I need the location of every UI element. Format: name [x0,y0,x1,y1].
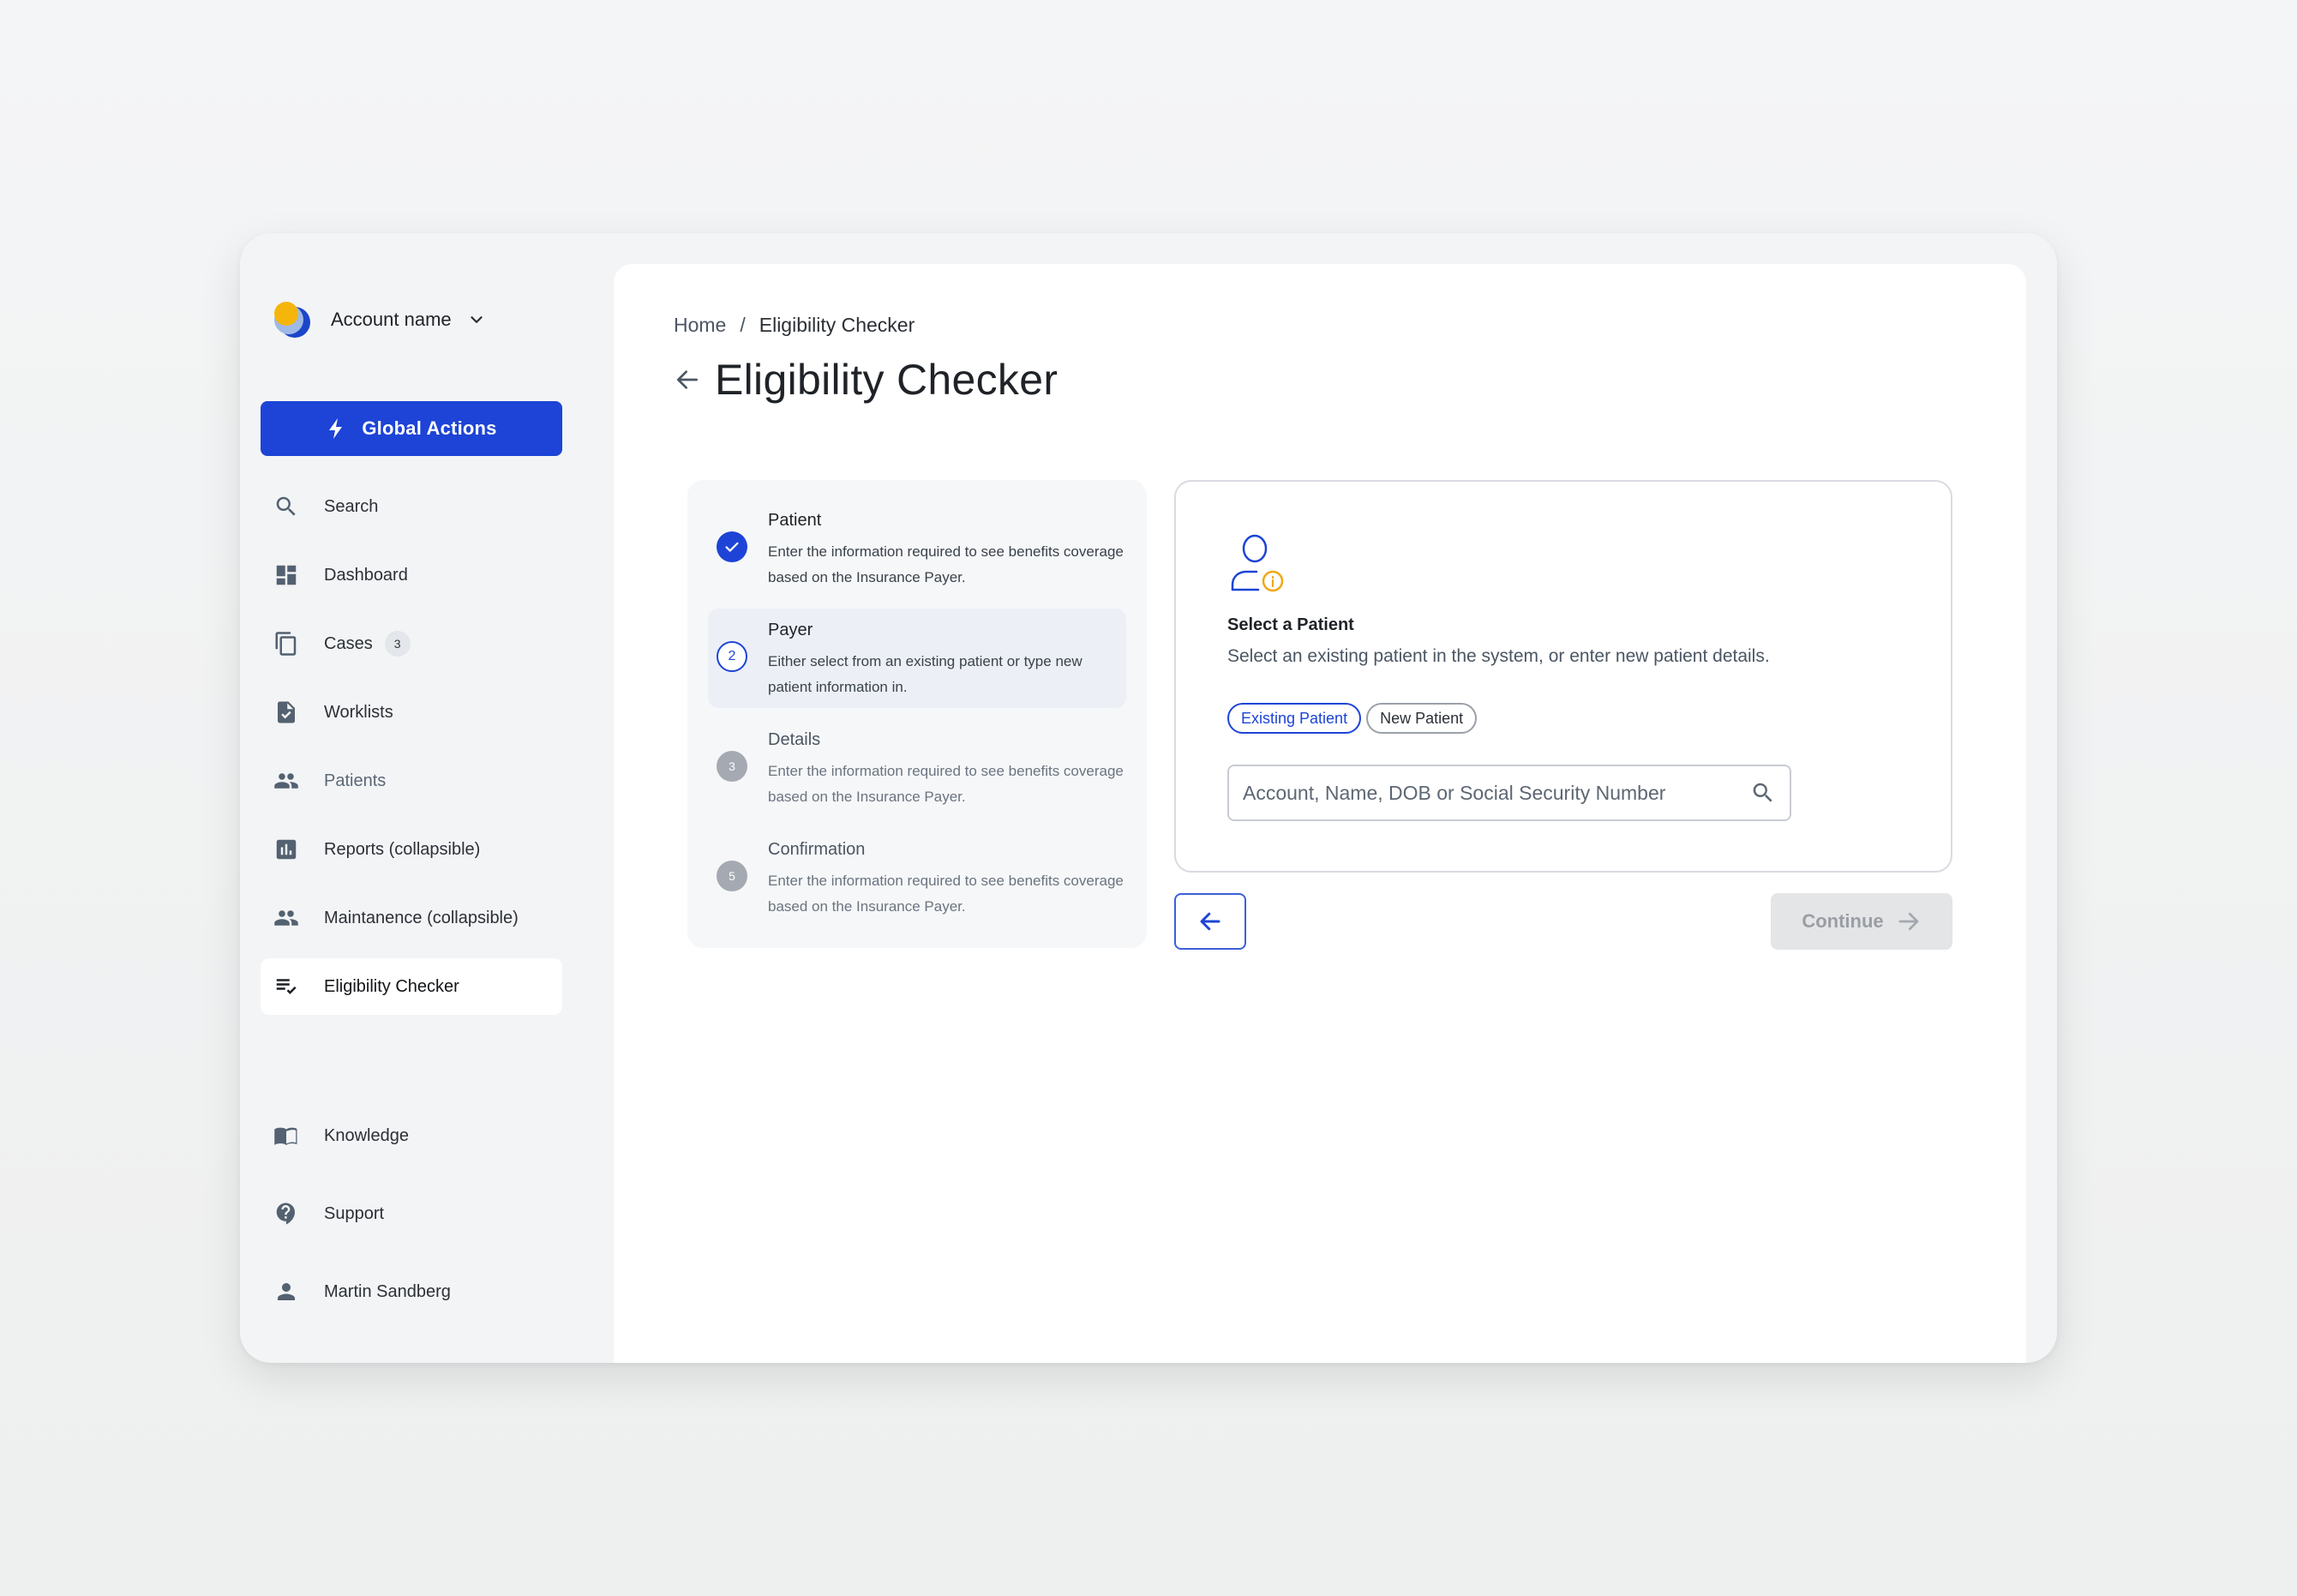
step-title: Payer [768,621,813,639]
existing-patient-pill[interactable]: Existing Patient [1227,703,1362,734]
back-button[interactable] [1174,893,1246,950]
patient-search-input[interactable] [1243,781,1750,805]
nav-label: Knowledge [324,1125,409,1145]
nav-item-support[interactable]: Support [261,1185,562,1242]
step-patient[interactable]: Patient Enter the information required t… [708,499,1126,598]
arrow-right-icon [1898,912,1919,931]
step-description: Either select from an existing patient o… [768,653,1083,695]
nav-item-worklists[interactable]: Worklists [261,684,562,741]
sidebar: Account name Global Actions Search Dashb… [240,233,612,1363]
files-icon [273,630,300,657]
nav-item-reports[interactable]: Reports (collapsible) [261,821,562,878]
nav-label: Eligibility Checker [324,976,459,996]
card-subtitle: Select an existing patient in the system… [1227,646,1770,666]
breadcrumb-current: Eligibility Checker [759,314,915,336]
nav-label: Worklists [324,702,393,722]
nav-label: Search [324,496,379,516]
main-nav: Search Dashboard Cases 3 Worklists Patie… [261,478,562,1027]
step-title: Details [768,730,821,749]
nav-label: Reports (collapsible) [324,839,481,859]
breadcrumb-separator: / [740,314,746,336]
step-number: 3 [717,751,747,782]
title-row: Eligibility Checker [674,355,1058,405]
book-icon [273,1122,300,1149]
patient-search-field[interactable] [1227,765,1791,821]
nav-label: Martin Sandberg [324,1281,451,1301]
step-title: Confirmation [768,840,866,859]
account-switcher[interactable]: Account name [271,298,486,341]
search-icon[interactable] [1750,780,1776,806]
bolt-icon [329,418,343,439]
step-number: 2 [717,641,747,672]
account-name: Account name [331,309,452,330]
nav-item-maintanence[interactable]: Maintanence (collapsible) [261,890,562,946]
document-check-icon [273,699,300,726]
step-payer[interactable]: 2 Payer Either select from an existing p… [708,609,1126,708]
patient-type-toggle: Existing Patient New Patient [1227,703,1478,734]
nav-label: Maintanence (collapsible) [324,908,519,927]
arrow-left-icon [1200,912,1220,931]
main-content: Home / Eligibility Checker Eligibility C… [614,264,2026,1363]
step-title: Patient [768,511,822,530]
step-details[interactable]: 3 Details Enter the information required… [708,718,1126,818]
nav-item-cases[interactable]: Cases 3 [261,615,562,672]
card-title: Select a Patient [1227,615,1354,634]
step-description: Enter the information required to see be… [768,873,1124,915]
nav-item-eligibility-checker[interactable]: Eligibility Checker [261,958,562,1015]
step-description: Enter the information required to see be… [768,763,1124,805]
step-number: 5 [717,861,747,891]
breadcrumb: Home / Eligibility Checker [674,314,915,337]
global-actions-button[interactable]: Global Actions [261,401,562,456]
people-icon [273,904,300,932]
patient-info-icon [1231,534,1284,592]
nav-label: Cases [324,633,373,653]
arrow-left-icon[interactable] [674,366,701,393]
check-icon [717,531,747,562]
stepper: Patient Enter the information required t… [687,480,1147,948]
step-description: Enter the information required to see be… [768,543,1124,585]
dashboard-icon [273,561,300,589]
nav-label: Patients [324,771,387,790]
user-icon [273,1278,300,1305]
new-patient-pill[interactable]: New Patient [1366,703,1478,734]
nav-item-dashboard[interactable]: Dashboard [261,547,562,603]
list-check-icon [273,973,300,1000]
continue-label: Continue [1802,910,1884,932]
nav-label: Dashboard [324,565,408,585]
nav-item-knowledge[interactable]: Knowledge [261,1107,562,1164]
continue-button[interactable]: Continue [1771,893,1952,950]
people-icon [273,767,300,795]
cases-count-badge: 3 [384,631,411,657]
account-logo [271,298,314,341]
help-icon [273,1200,300,1227]
app-window: Account name Global Actions Search Dashb… [240,233,2057,1363]
search-icon [273,493,300,520]
nav-item-patients[interactable]: Patients [261,753,562,809]
nav-label: Support [324,1203,385,1223]
nav-item-user-profile[interactable]: Martin Sandberg [261,1263,562,1320]
breadcrumb-home[interactable]: Home [674,314,726,337]
page-title: Eligibility Checker [715,356,1059,404]
bottom-nav: Knowledge Support Martin Sandberg [261,1107,562,1341]
chevron-down-icon [470,316,483,323]
select-patient-card: Select a Patient Select an existing pati… [1174,480,1952,873]
nav-item-search[interactable]: Search [261,478,562,535]
global-actions-label: Global Actions [362,417,497,439]
step-confirmation[interactable]: 5 Confirmation Enter the information req… [708,828,1126,927]
bar-chart-icon [273,836,300,863]
